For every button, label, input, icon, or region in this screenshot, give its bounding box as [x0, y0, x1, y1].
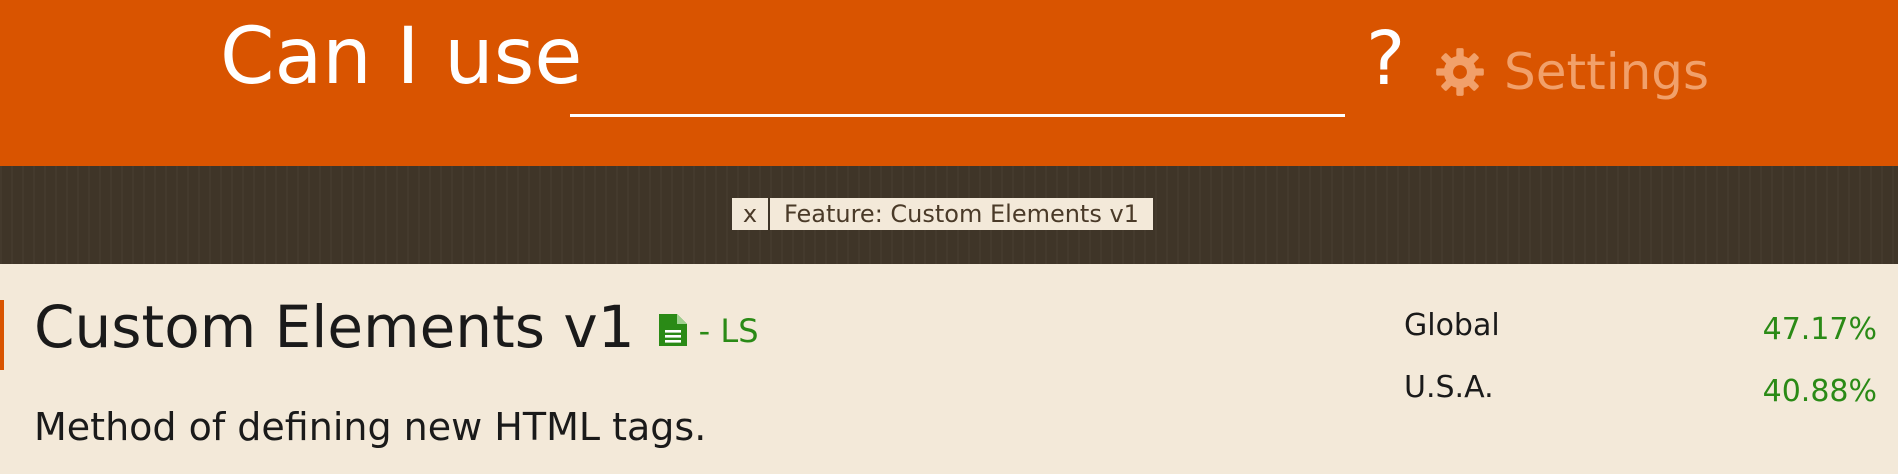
- feature-description: Method of defining new HTML tags.: [34, 405, 707, 449]
- settings-button[interactable]: Settings: [1434, 40, 1709, 104]
- spec-status-link[interactable]: - LS: [699, 312, 759, 350]
- feature-title[interactable]: Custom Elements v1: [34, 298, 635, 356]
- usage-label-global: Global: [1404, 308, 1500, 343]
- remove-filter-button[interactable]: x: [732, 198, 770, 230]
- feature-accent-bar: [0, 300, 4, 370]
- site-brand[interactable]: Can I use: [220, 18, 582, 96]
- usage-value-global: 47.17%: [1762, 312, 1877, 347]
- feature-title-row: Custom Elements v1 - LS: [34, 298, 759, 356]
- document-icon[interactable]: [658, 314, 687, 346]
- usage-label-usa: U.S.A.: [1404, 370, 1494, 405]
- filter-label: Feature: Custom Elements v1: [770, 198, 1153, 230]
- usage-value-usa: 40.88%: [1762, 374, 1877, 409]
- site-header: Can I use ? Settings: [0, 0, 1898, 166]
- settings-label: Settings: [1504, 43, 1710, 101]
- question-mark: ?: [1366, 16, 1406, 102]
- gear-icon: [1436, 48, 1484, 96]
- feature-filter-chip: x Feature: Custom Elements v1: [732, 198, 1153, 230]
- search-input[interactable]: [570, 44, 1345, 117]
